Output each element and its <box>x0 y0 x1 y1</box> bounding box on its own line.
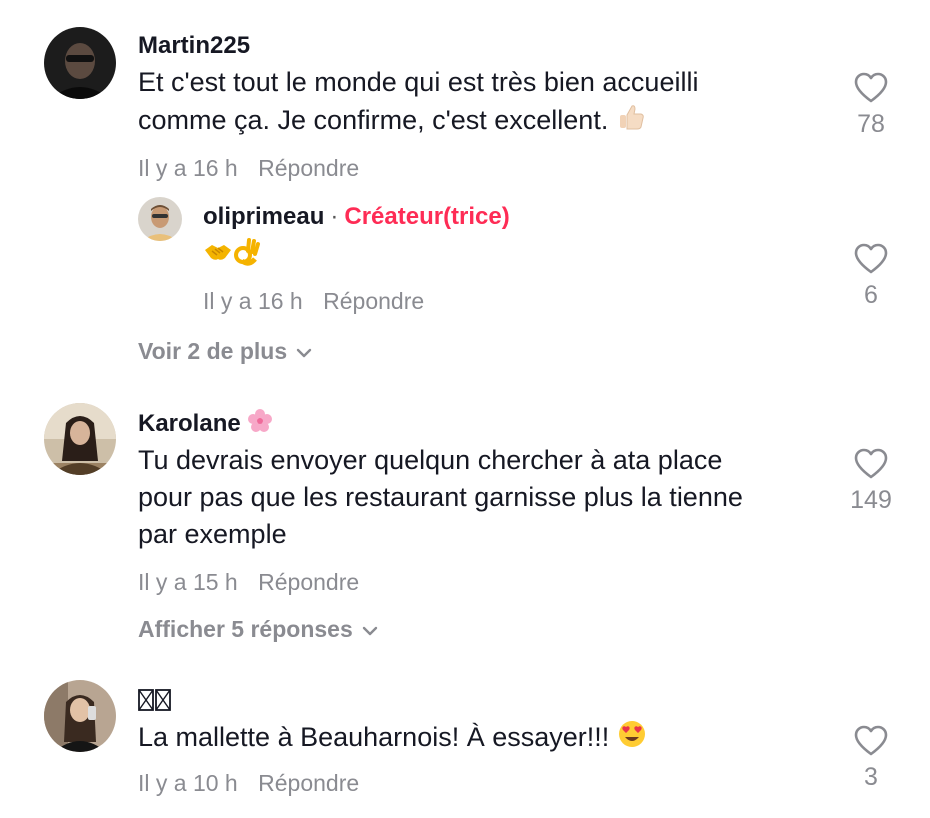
heart-outline-icon <box>854 72 888 103</box>
comment-username[interactable]: Karolane <box>138 410 241 437</box>
comment-username-row: Karolane <box>138 408 273 441</box>
comment-username-row <box>138 688 172 719</box>
separator: · <box>330 203 339 230</box>
comment-text: Et c'est tout le monde qui est très bien… <box>138 63 698 101</box>
comment-meta: Il y a 10 h Répondre <box>138 770 359 797</box>
reply-meta: Il y a 16 h Répondre <box>203 288 424 315</box>
cherry-blossom-emoji <box>247 408 273 441</box>
chevron-down-icon <box>296 348 312 358</box>
reply-button[interactable]: Répondre <box>258 155 359 181</box>
comment-text: Tu devrais envoyer quelqun chercher à at… <box>138 441 722 479</box>
comment-time: Il y a 15 h <box>138 569 238 595</box>
view-more-label: Voir 2 de plus <box>138 338 288 364</box>
comment-text: La mallette à Beauharnois! À essayer!!! <box>138 718 647 759</box>
avatar[interactable] <box>44 680 116 752</box>
comment-meta: Il y a 15 h Répondre <box>138 569 359 596</box>
creator-badge: Créateur(trice) <box>344 203 510 230</box>
like-count: 3 <box>864 763 878 791</box>
like-button[interactable]: 149 <box>836 448 906 515</box>
like-count: 149 <box>850 486 892 514</box>
handshake-emoji <box>203 238 233 276</box>
comment-text-line: pour pas que les restaurant garnisse plu… <box>138 482 743 512</box>
like-button[interactable]: 6 <box>836 243 906 310</box>
ok-hand-emoji <box>233 237 261 277</box>
avatar[interactable] <box>44 403 116 475</box>
heart-eyes-emoji <box>617 719 647 759</box>
show-replies-label: Afficher 5 réponses <box>138 616 353 642</box>
comment-meta: Il y a 16 h Répondre <box>138 155 359 182</box>
like-count: 78 <box>857 110 885 138</box>
like-count: 6 <box>864 281 878 309</box>
heart-outline-icon <box>854 725 888 756</box>
heart-outline-icon <box>854 448 888 479</box>
comment-text-line: Tu devrais envoyer quelqun chercher à at… <box>138 445 723 475</box>
comment-time: Il y a 16 h <box>138 155 238 181</box>
comment-text-line: par exemple <box>138 519 287 549</box>
chevron-down-icon <box>362 626 377 636</box>
reply-button[interactable]: Répondre <box>258 770 359 796</box>
like-button[interactable]: 3 <box>836 725 906 792</box>
comment-text: par exemple <box>138 515 287 553</box>
comment-text-line: Et c'est tout le monde qui est très bien… <box>138 67 699 97</box>
missing-glyph-icon <box>138 689 172 718</box>
reply-username-row: oliprimeau · Créateur(trice) <box>203 203 510 231</box>
comment-username[interactable]: Martin225 <box>138 32 250 60</box>
thumbs-up-emoji <box>616 102 646 142</box>
reply-button[interactable]: Répondre <box>258 569 359 595</box>
reply-username[interactable]: oliprimeau <box>203 203 324 230</box>
view-more-replies-button[interactable]: Voir 2 de plus <box>138 338 313 365</box>
reply-text <box>203 236 261 277</box>
avatar[interactable] <box>138 197 182 241</box>
comment-time: Il y a 10 h <box>138 770 238 796</box>
comment-text: comme ça. Je confirme, c'est excellent. <box>138 101 646 142</box>
comment-text-line: La mallette à Beauharnois! À essayer!!! <box>138 722 610 752</box>
reply-button[interactable]: Répondre <box>323 288 424 314</box>
comment-text-line: comme ça. Je confirme, c'est excellent. <box>138 105 609 135</box>
comment-text: pour pas que les restaurant garnisse plu… <box>138 478 743 516</box>
like-button[interactable]: 78 <box>836 72 906 139</box>
reply-time: Il y a 16 h <box>203 288 303 314</box>
heart-outline-icon <box>854 243 888 274</box>
show-replies-button[interactable]: Afficher 5 réponses <box>138 616 379 643</box>
avatar[interactable] <box>44 27 116 99</box>
